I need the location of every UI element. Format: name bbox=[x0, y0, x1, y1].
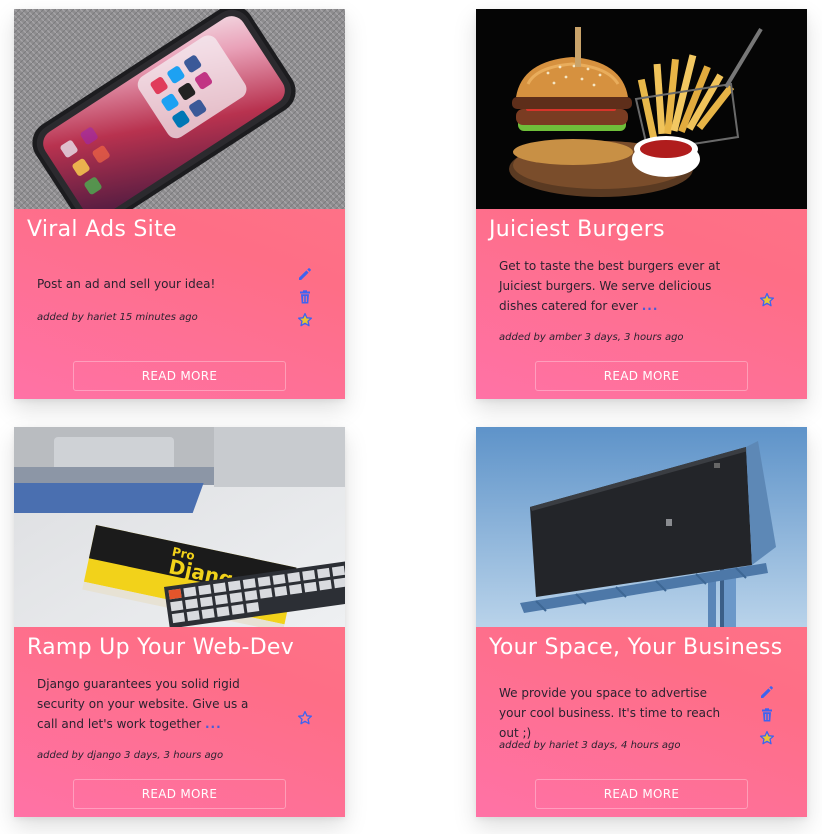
ad-image-burger bbox=[476, 9, 807, 209]
star-icon[interactable] bbox=[759, 730, 775, 746]
ad-description: Post an ad and sell your idea! bbox=[37, 274, 269, 294]
read-more-ellipsis[interactable]: ... bbox=[642, 299, 659, 313]
ad-title: Juiciest Burgers bbox=[489, 217, 665, 242]
ad-title: Ramp Up Your Web-Dev bbox=[27, 635, 295, 660]
read-more-button[interactable]: READ MORE bbox=[73, 779, 286, 809]
read-more-ellipsis[interactable]: ... bbox=[205, 717, 222, 731]
ad-card: Juiciest Burgers Get to taste the best b… bbox=[476, 9, 807, 399]
ad-description: Django guarantees you solid rigid securi… bbox=[37, 674, 269, 734]
ad-meta: added by django 3 days, 3 hours ago bbox=[37, 750, 224, 761]
ad-description: Get to taste the best burgers ever at Ju… bbox=[499, 256, 731, 316]
read-more-button[interactable]: READ MORE bbox=[535, 361, 748, 391]
ad-actions bbox=[759, 684, 775, 753]
ad-actions bbox=[297, 710, 313, 733]
ad-actions bbox=[297, 266, 313, 335]
ad-title: Your Space, Your Business bbox=[489, 635, 783, 660]
ad-meta: added by amber 3 days, 3 hours ago bbox=[499, 332, 684, 343]
ad-image-phone bbox=[14, 9, 345, 209]
trash-icon[interactable] bbox=[759, 707, 775, 723]
ad-meta: added by hariet 15 minutes ago bbox=[37, 312, 198, 323]
star-icon[interactable] bbox=[297, 710, 313, 726]
star-icon[interactable] bbox=[297, 312, 313, 328]
ad-description-text: Post an ad and sell your idea! bbox=[37, 277, 216, 291]
ad-description-text: Get to taste the best burgers ever at Ju… bbox=[499, 259, 721, 313]
ad-card: Pro Django Ramp Up Your Web-Dev Django g… bbox=[14, 427, 345, 817]
ad-card: Viral Ads Site Post an ad and sell your … bbox=[14, 9, 345, 399]
edit-icon[interactable] bbox=[759, 684, 775, 700]
ad-card: Your Space, Your Business We provide you… bbox=[476, 427, 807, 817]
read-more-button[interactable]: READ MORE bbox=[73, 361, 286, 391]
ad-actions bbox=[759, 292, 775, 315]
ad-description-text: We provide you space to advertise your c… bbox=[499, 686, 721, 740]
trash-icon[interactable] bbox=[297, 289, 313, 305]
ad-description: We provide you space to advertise your c… bbox=[499, 683, 731, 743]
ad-image-django-book: Pro Django bbox=[14, 427, 345, 627]
ads-grid: Viral Ads Site Post an ad and sell your … bbox=[0, 0, 822, 834]
ad-image-billboard bbox=[476, 427, 807, 627]
star-icon[interactable] bbox=[759, 292, 775, 308]
ad-title: Viral Ads Site bbox=[27, 217, 177, 242]
read-more-button[interactable]: READ MORE bbox=[535, 779, 748, 809]
ad-meta: added by hariet 3 days, 4 hours ago bbox=[499, 740, 681, 751]
edit-icon[interactable] bbox=[297, 266, 313, 282]
